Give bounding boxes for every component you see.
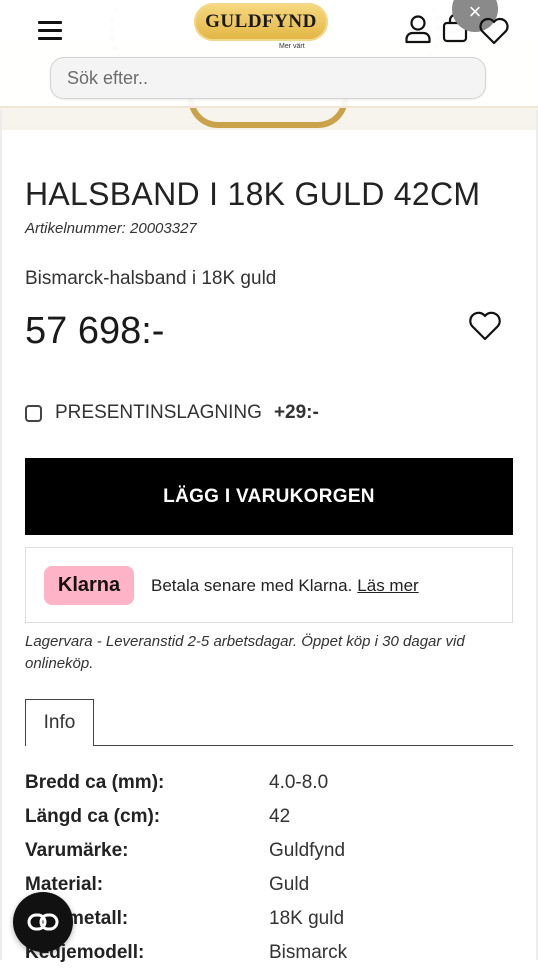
klarna-logo: Klarna [44,566,134,605]
site-logo[interactable]: GULDFYND [194,3,328,41]
user-icon[interactable] [404,14,432,44]
search-input[interactable] [50,57,486,99]
logo-tagline: Mer värt [279,43,305,50]
spec-key: metall: [67,908,129,929]
spec-row: Längd ca (cm): 42 [25,806,515,840]
site-header: GULDFYND Mer värt × [0,0,538,108]
spec-row: Varumärke: Guldfynd [25,840,515,874]
spec-value: 18K guld [269,908,345,929]
product-title: HALSBAND I 18K GULD 42CM [25,176,481,212]
wishlist-heart-icon[interactable] [478,16,510,46]
chat-icon [27,913,59,931]
chat-widget-button[interactable] [13,892,73,952]
gift-wrap-checkbox[interactable] [25,404,42,422]
spec-key: Bredd ca (mm): [25,772,165,793]
favorite-heart-icon[interactable] [468,310,502,342]
add-to-cart-button[interactable]: LÄGG I VARUKORGEN [25,458,513,535]
klarna-text: Betala senare med Klarna. Läs mer [151,576,419,596]
klarna-message: Betala senare med Klarna. [151,576,353,595]
klarna-banner: Klarna Betala senare med Klarna. Läs mer [25,547,513,623]
product-description: Bismarck-halsband i 18K guld [25,268,277,289]
gift-wrap-option[interactable]: PRESENTINSLAGNING +29:- [25,402,319,424]
spec-value: Guld [269,874,310,895]
spec-table: Bredd ca (mm): 4.0-8.0 Längd ca (cm): 42… [25,772,515,976]
spec-row: Bredd ca (mm): 4.0-8.0 [25,772,515,806]
tab-info[interactable]: Info [25,699,94,746]
spec-key: Varumärke: [25,840,129,861]
tabs-divider [25,745,513,746]
spec-row: metall: 18K guld [25,908,515,942]
spec-value: 4.0-8.0 [269,772,329,793]
spec-value: Bismarck [269,942,348,963]
spec-row: Kedjemodell: Bismarck [25,942,515,976]
gift-wrap-price: +29:- [273,402,319,423]
article-number: Artikelnummer: 20003327 [25,220,197,237]
menu-icon[interactable] [38,21,62,41]
spec-key: Längd ca (cm): [25,806,161,827]
spec-value: Guldfynd [269,840,346,861]
product-price: 57 698:- [25,310,165,352]
stock-note: Lagervara - Leveranstid 2-5 arbetsdagar.… [25,633,465,672]
gift-wrap-label: PRESENTINSLAGNING [55,402,262,423]
spec-value: 42 [269,806,291,827]
spec-row: Material: Guld [25,874,515,908]
page-border-left [0,110,2,960]
klarna-read-more-link[interactable]: Läs mer [357,576,418,595]
